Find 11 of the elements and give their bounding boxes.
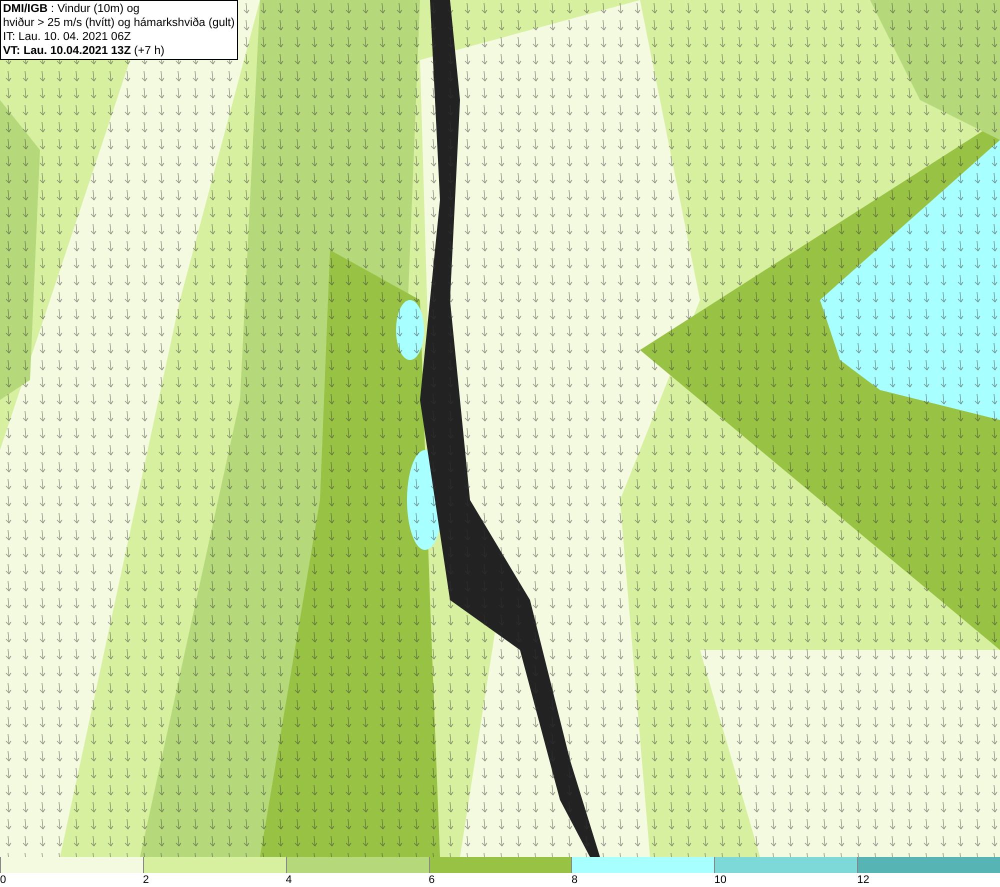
- legend-label: 10: [714, 874, 727, 886]
- legend-label: 0: [0, 874, 6, 886]
- legend-label: 6: [428, 874, 435, 886]
- info-text: IT: Lau. 10. 04. 2021 06Z: [3, 30, 132, 44]
- legend-label: 2: [142, 874, 149, 886]
- legend-label: 12: [857, 874, 870, 886]
- info-text: hviður > 25 m/s (hvítt) og hámarkshviða (gult): [3, 16, 235, 30]
- legend-label: 4: [286, 874, 292, 886]
- info-text: DMI/IGB : Vindur (10m) og: [3, 2, 141, 16]
- info-text: VT: Lau. 10.04.2021 13Z (+7 h): [3, 44, 166, 58]
- legend-label: 8: [571, 874, 578, 886]
